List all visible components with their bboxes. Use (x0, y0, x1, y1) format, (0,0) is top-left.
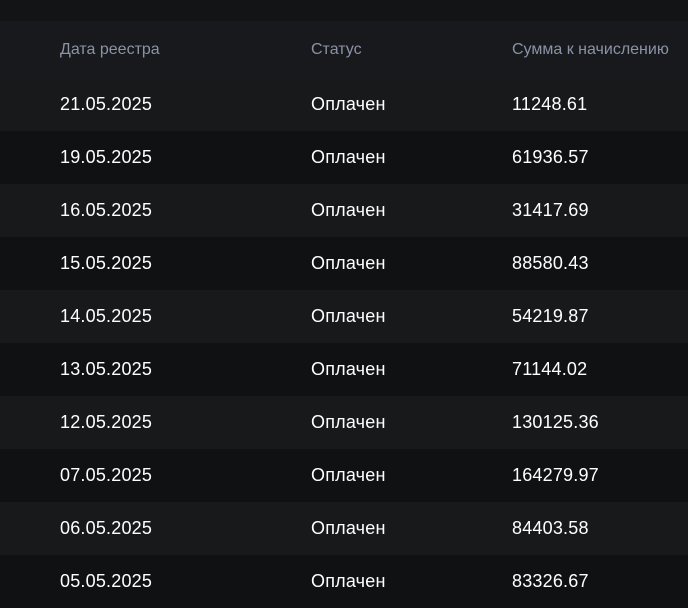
cell-status: Оплачен (311, 253, 386, 273)
cell-status: Оплачен (311, 465, 386, 485)
cell-amount: 88580.43 (512, 253, 589, 273)
cell-status: Оплачен (311, 200, 386, 220)
cell-status: Оплачен (311, 94, 386, 114)
cell-amount: 11248.61 (512, 94, 588, 114)
table-row[interactable]: 12.05.2025 Оплачен 130125.36 (0, 396, 688, 449)
cell-status: Оплачен (311, 518, 386, 538)
cell-status: Оплачен (311, 412, 386, 432)
table-row[interactable]: 13.05.2025 Оплачен 71144.02 (0, 343, 688, 396)
registry-table: Дата реестра Статус Сумма к начислению 2… (0, 21, 688, 608)
cell-status: Оплачен (311, 571, 386, 591)
cell-amount: 83326.67 (512, 571, 589, 591)
table-row[interactable]: 15.05.2025 Оплачен 88580.43 (0, 237, 688, 290)
column-header-date[interactable]: Дата реестра (60, 21, 160, 78)
cell-date: 16.05.2025 (60, 200, 153, 220)
cell-amount: 164279.97 (512, 465, 599, 485)
table-row[interactable]: 14.05.2025 Оплачен 54219.87 (0, 290, 688, 343)
table-header: Дата реестра Статус Сумма к начислению (0, 21, 688, 78)
cell-amount: 130125.36 (512, 412, 599, 432)
top-strip (0, 0, 688, 21)
table-row[interactable]: 05.05.2025 Оплачен 83326.67 (0, 555, 688, 608)
cell-date: 07.05.2025 (60, 465, 153, 485)
table-row[interactable]: 07.05.2025 Оплачен 164279.97 (0, 449, 688, 502)
cell-date: 06.05.2025 (60, 518, 153, 538)
cell-date: 12.05.2025 (60, 412, 153, 432)
table-row[interactable]: 19.05.2025 Оплачен 61936.57 (0, 131, 688, 184)
column-header-status[interactable]: Статус (311, 21, 362, 78)
column-header-amount[interactable]: Сумма к начислению (512, 21, 669, 78)
table-row[interactable]: 06.05.2025 Оплачен 84403.58 (0, 502, 688, 555)
cell-date: 21.05.2025 (60, 94, 153, 114)
cell-amount: 31417.69 (512, 200, 589, 220)
cell-date: 14.05.2025 (60, 306, 153, 326)
table-row[interactable]: 21.05.2025 Оплачен 11248.61 (0, 78, 688, 131)
cell-date: 05.05.2025 (60, 571, 153, 591)
cell-date: 19.05.2025 (60, 147, 153, 167)
cell-amount: 71144.02 (512, 359, 588, 379)
cell-status: Оплачен (311, 306, 386, 326)
cell-date: 13.05.2025 (60, 359, 153, 379)
cell-status: Оплачен (311, 147, 386, 167)
cell-amount: 61936.57 (512, 147, 589, 167)
cell-status: Оплачен (311, 359, 386, 379)
cell-amount: 54219.87 (512, 306, 589, 326)
cell-date: 15.05.2025 (60, 253, 153, 273)
cell-amount: 84403.58 (512, 518, 589, 538)
table-row[interactable]: 16.05.2025 Оплачен 31417.69 (0, 184, 688, 237)
